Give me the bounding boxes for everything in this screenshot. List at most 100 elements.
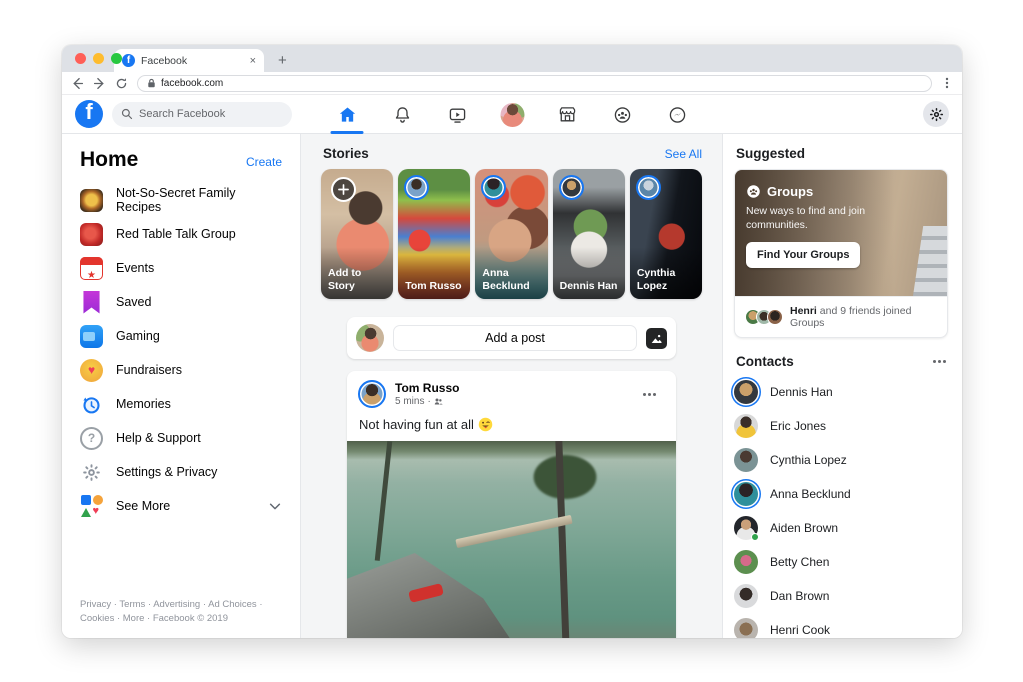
add-photo-button[interactable] [646, 327, 667, 349]
facebook-logo[interactable]: f [75, 100, 103, 128]
saved-bookmark-icon [83, 290, 100, 314]
search-bar[interactable] [112, 101, 292, 127]
post-composer: Add a post [347, 317, 676, 359]
nav-watch-button[interactable] [430, 95, 485, 134]
bell-icon [395, 106, 409, 123]
contact-avatar [734, 448, 758, 472]
story-card[interactable]: Cynthia Lopez [629, 169, 703, 299]
story-card[interactable]: Dennis Han [552, 169, 625, 299]
nav-home-button[interactable] [320, 95, 375, 134]
tab-close-icon[interactable]: × [250, 55, 256, 67]
more-options-icon [643, 392, 665, 396]
gaming-icon [80, 324, 103, 348]
watch-video-icon [449, 108, 465, 123]
zoom-window-button[interactable] [111, 53, 122, 64]
add-story-plus-icon [331, 177, 356, 202]
marketplace-icon [559, 106, 575, 121]
composer-avatar [356, 324, 384, 352]
friend-avatars [745, 309, 783, 325]
reload-icon[interactable] [115, 77, 128, 90]
contacts-options-icon[interactable] [933, 360, 946, 363]
traffic-lights [75, 53, 122, 64]
nav-marketplace-button[interactable] [540, 95, 595, 134]
sidebar-item-gaming[interactable]: Gaming [80, 319, 282, 353]
add-post-input[interactable]: Add a post [393, 325, 637, 351]
group-photo-icon [80, 222, 103, 246]
contact-row[interactable]: Anna Becklund [734, 477, 948, 511]
contact-row[interactable]: Dennis Han [734, 375, 948, 409]
story-card[interactable]: Tom Russo [398, 169, 471, 299]
contact-row[interactable]: Henri Cook [734, 613, 948, 638]
winking-tongue-emoji-icon [478, 417, 493, 432]
forward-icon[interactable] [93, 77, 106, 90]
sidebar-item-family-recipes[interactable]: Not-So-Secret Family Recipes [80, 183, 282, 217]
chevron-down-icon [269, 503, 281, 510]
feed-column: Stories See All Add to Story Tom Russo A… [301, 134, 722, 638]
nav-groups-button[interactable] [595, 95, 650, 134]
sidebar-item-memories[interactable]: Memories [80, 387, 282, 421]
fundraisers-heart-icon [80, 358, 103, 382]
contact-row[interactable]: Cynthia Lopez [734, 443, 948, 477]
post-photo[interactable] [347, 441, 676, 638]
sidebar-item-saved[interactable]: Saved [80, 285, 282, 319]
contact-avatar [734, 618, 758, 638]
contact-avatar [734, 414, 758, 438]
story-avatar [558, 175, 584, 200]
browser-menu-icon[interactable] [941, 77, 953, 89]
story-card-add-to-story[interactable]: Add to Story [321, 169, 394, 299]
suggested-title: Suggested [736, 146, 806, 161]
story-avatar [635, 175, 661, 200]
recipes-photo-icon [80, 188, 103, 212]
post-author-avatar[interactable] [358, 380, 386, 408]
browser-tab[interactable]: f Facebook × [114, 49, 264, 72]
nav-messenger-button[interactable] [650, 95, 705, 134]
post-options-button[interactable] [643, 392, 665, 396]
find-your-groups-button[interactable]: Find Your Groups [746, 242, 861, 269]
sidebar-item-settings-privacy[interactable]: Settings & Privacy [80, 455, 282, 489]
close-window-button[interactable] [75, 53, 86, 64]
url-text: facebook.com [161, 77, 224, 89]
story-card[interactable]: Anna Becklund [475, 169, 548, 299]
nav-notifications-button[interactable] [375, 95, 430, 134]
contact-row[interactable]: Aiden Brown [734, 511, 948, 545]
stories-title: Stories [323, 146, 369, 161]
post-author-name[interactable]: Tom Russo [395, 381, 634, 397]
browser-toolbar: facebook.com [62, 72, 962, 95]
new-tab-button[interactable]: + [278, 53, 287, 68]
address-bar[interactable]: facebook.com [137, 74, 932, 92]
contact-row[interactable]: Eric Jones [734, 409, 948, 443]
search-input[interactable] [139, 108, 269, 120]
sidebar-item-red-table-talk[interactable]: Red Table Talk Group [80, 217, 282, 251]
groups-badge-icon [747, 185, 760, 198]
sidebar-footer-links[interactable]: Privacy · Terms · Advertising · Ad Choic… [80, 598, 284, 627]
groups-icon [614, 106, 630, 123]
lock-icon [148, 78, 155, 88]
header-nav [320, 95, 705, 134]
tab-strip: f Facebook × + [62, 45, 962, 72]
see-all-link[interactable]: See All [665, 147, 702, 161]
sidebar-item-help-support[interactable]: Help & Support [80, 421, 282, 455]
messenger-icon [669, 106, 685, 123]
gear-icon [929, 107, 943, 121]
sidebar-item-see-more[interactable]: ♥ See More [80, 489, 282, 523]
settings-button[interactable] [923, 101, 949, 127]
create-link[interactable]: Create [246, 155, 282, 169]
groups-card-description: New ways to find and join communities. [746, 205, 866, 232]
nav-profile-button[interactable] [485, 95, 540, 134]
minimize-window-button[interactable] [93, 53, 104, 64]
friends-privacy-icon [434, 398, 443, 405]
profile-avatar [500, 102, 524, 127]
post-text: Not having fun at all [359, 417, 474, 432]
sidebar-item-fundraisers[interactable]: Fundraisers [80, 353, 282, 387]
groups-card-photo: Groups New ways to find and join communi… [735, 170, 947, 296]
groups-activity-row[interactable]: Henri and 9 friends joined Groups [735, 296, 947, 337]
search-icon [121, 108, 133, 120]
story-avatar [404, 175, 430, 200]
contact-row[interactable]: Dan Brown [734, 579, 948, 613]
sidebar-item-events[interactable]: Events [80, 251, 282, 285]
contact-avatar [734, 516, 759, 541]
contact-row[interactable]: Betty Chen [734, 545, 948, 579]
tab-title: Facebook [141, 54, 188, 67]
back-icon[interactable] [71, 77, 84, 90]
browser-window: f Facebook × + facebook.com f Search Fac… [62, 45, 962, 638]
